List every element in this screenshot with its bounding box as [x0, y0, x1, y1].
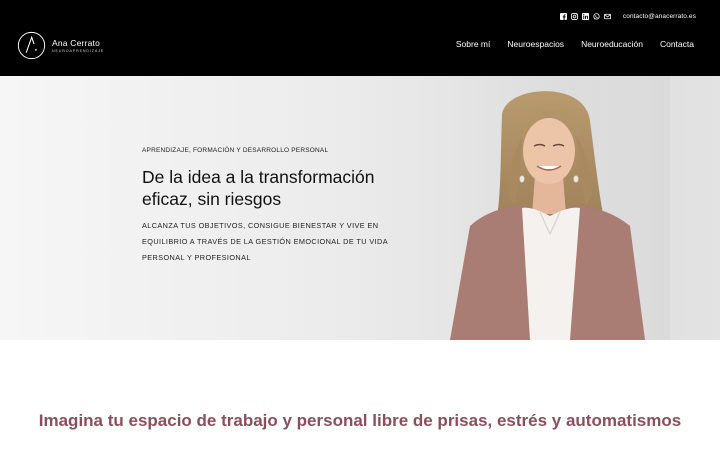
section-title: Imagina tu espacio de trabajo y personal… — [38, 411, 682, 430]
facebook-icon[interactable] — [559, 12, 567, 20]
logo-text: Ana Cerrato NEUROAPRENDIZAJE — [52, 38, 104, 54]
hero-overline: APRENDIZAJE, FORMACIÓN Y DESARROLLO PERS… — [142, 147, 329, 154]
social-links — [559, 12, 611, 20]
nav-item-neuroeducacion[interactable]: Neuroeducación — [581, 39, 643, 49]
whatsapp-icon[interactable] — [593, 12, 600, 20]
email-icon[interactable] — [603, 13, 611, 20]
logo-mark-icon — [17, 31, 46, 60]
nav-item-contacta[interactable]: Contacta — [660, 39, 694, 49]
contact-email-link[interactable]: contacto@anacerrato.es — [623, 13, 696, 20]
hero-title: De la idea a la transformación eficaz, s… — [142, 167, 375, 209]
logo-name: Ana Cerrato — [52, 37, 101, 48]
top-bar: contacto@anacerrato.es — [559, 9, 696, 23]
hero-portrait-image — [430, 76, 670, 340]
site-logo[interactable]: Ana Cerrato NEUROAPRENDIZAJE — [17, 31, 104, 60]
nav-item-sobre-mi[interactable]: Sobre mí — [456, 39, 491, 49]
linkedin-icon[interactable] — [581, 12, 589, 20]
instagram-icon[interactable] — [570, 12, 578, 20]
main-nav: Sobre mí Neuroespacios Neuroeducación Co… — [456, 39, 694, 49]
logo-subtitle: NEUROAPRENDIZAJE — [52, 48, 105, 53]
hero-description: ALCANZA TUS OBJETIVOS, CONSIGUE BIENESTA… — [142, 221, 388, 262]
hero-section: APRENDIZAJE, FORMACIÓN Y DESARROLLO PERS… — [0, 76, 720, 340]
site-header: contacto@anacerrato.es Ana Cerrato NEURO… — [0, 0, 720, 76]
nav-item-neuroespacios[interactable]: Neuroespacios — [507, 39, 564, 49]
